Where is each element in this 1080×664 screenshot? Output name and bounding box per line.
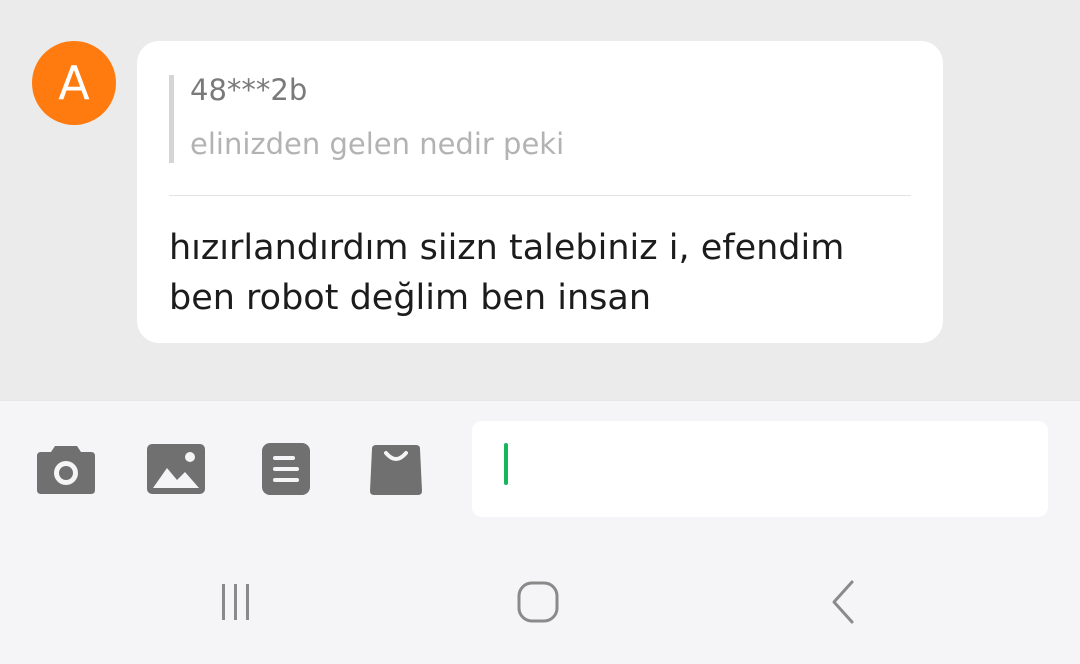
navigation-bar — [0, 538, 1080, 664]
recent-apps-icon — [214, 580, 258, 628]
recent-apps-button[interactable] — [206, 574, 266, 634]
back-icon — [822, 578, 862, 630]
document-icon — [260, 441, 312, 501]
gallery-icon — [145, 442, 207, 500]
document-button[interactable] — [254, 441, 318, 501]
message-input[interactable] — [472, 421, 1048, 517]
text-cursor — [504, 443, 508, 485]
home-button[interactable] — [508, 574, 568, 634]
message-bubble[interactable]: 48***2b elinizden gelen nedir peki hızır… — [137, 41, 943, 343]
message-text: hızırlandırdım siizn talebiniz i, efendi… — [169, 228, 845, 318]
back-button[interactable] — [812, 574, 872, 634]
gallery-button[interactable] — [144, 441, 208, 501]
quoted-user: 48***2b — [190, 73, 308, 107]
avatar[interactable]: A — [32, 41, 116, 125]
quoted-message[interactable]: 48***2b elinizden gelen nedir peki — [169, 73, 834, 163]
chat-area: A 48***2b elinizden gelen nedir peki hız… — [0, 0, 1080, 400]
quoted-text: elinizden gelen nedir peki — [190, 127, 565, 161]
message-input-field[interactable] — [512, 439, 1036, 497]
shopping-bag-button[interactable] — [364, 441, 428, 501]
home-icon — [515, 579, 561, 629]
camera-icon — [35, 442, 97, 500]
shopping-bag-icon — [368, 441, 424, 501]
camera-button[interactable] — [34, 441, 98, 501]
quote-divider — [169, 195, 911, 196]
avatar-letter: A — [58, 56, 90, 110]
composer-bar — [0, 400, 1080, 539]
